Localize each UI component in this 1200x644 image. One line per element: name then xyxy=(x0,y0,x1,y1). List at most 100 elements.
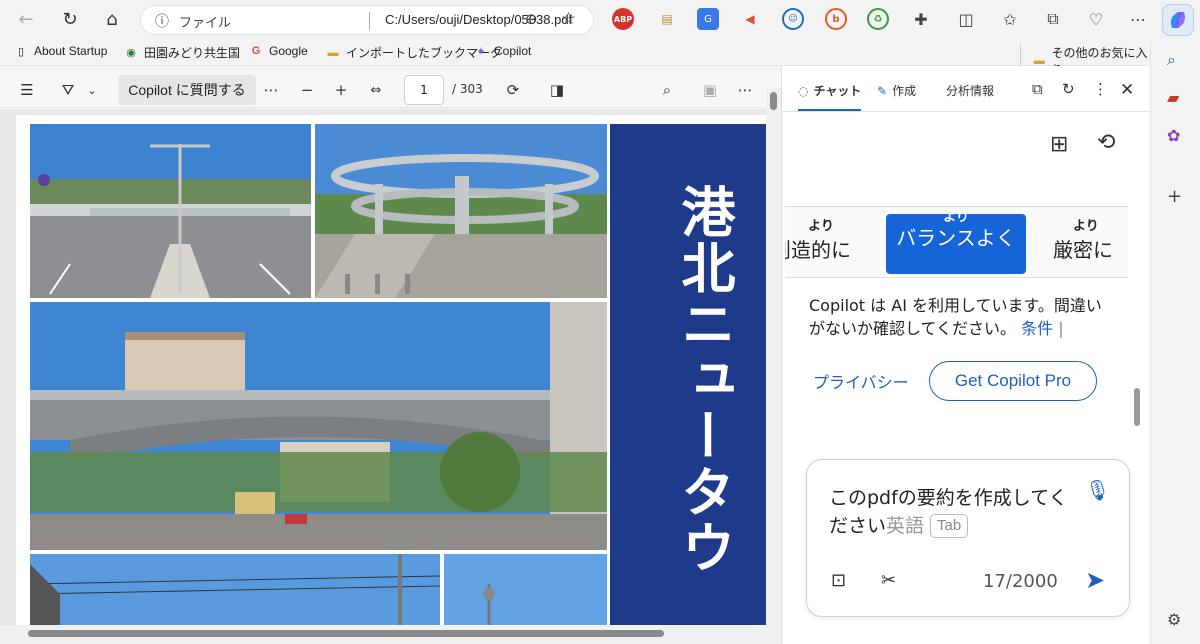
globe-icon: ◉ xyxy=(126,47,136,59)
split-screen-icon[interactable]: ◫ xyxy=(955,8,977,30)
photo-bridge xyxy=(30,302,607,550)
collections-icon[interactable]: ⧉ xyxy=(1042,8,1064,30)
ask-copilot-button[interactable]: Copilot に質問する xyxy=(118,75,256,105)
edge-sidebar: ⌕ ▰ ✿ + ⚙ xyxy=(1150,40,1200,644)
tab-compose[interactable]: ✎ 作成 xyxy=(877,82,916,99)
search-icon[interactable]: ⌕ xyxy=(1167,50,1176,70)
games-icon[interactable]: ✿ xyxy=(1167,126,1180,145)
bookmark-label: About Startup xyxy=(34,44,108,58)
tab-label: 作成 xyxy=(892,84,917,98)
address-bar[interactable]: ⓘ ファイル C:/Users/ouji/Desktop/05038.pdf ⊖… xyxy=(140,5,594,35)
back-arrow-icon[interactable]: ← xyxy=(10,4,42,34)
chat-composer[interactable]: このpdfの要約を作成してください英語 Tab 🎙 ⊡ ✂ 17/2000 ➤ xyxy=(806,459,1130,617)
pdf-title-text: 港北ニュータウ xyxy=(672,184,735,576)
tab-label: 分析情報 xyxy=(946,84,995,98)
chevron-down-icon[interactable]: ⌄ xyxy=(84,77,100,103)
bookmark-denen[interactable]: ◉ 田園みどり共生国 xyxy=(124,44,240,61)
tab-insights[interactable]: 分析情報 xyxy=(946,82,994,99)
more-icon[interactable]: ⋮ xyxy=(1093,80,1108,98)
tab-chat[interactable]: ◌ チャット xyxy=(798,82,862,111)
fit-width-icon[interactable]: ⇔ xyxy=(364,77,388,103)
bookmark-label: 田園みどり共生国 xyxy=(144,46,241,60)
info-icon[interactable]: ⓘ xyxy=(155,11,169,31)
tab-label: チャット xyxy=(813,84,862,98)
google-icon: G xyxy=(251,45,261,57)
pdf-vertical-scrollbar[interactable] xyxy=(766,88,781,625)
photo-street-wires xyxy=(30,554,440,625)
b-icon[interactable]: b xyxy=(825,8,847,30)
microphone-icon[interactable]: 🎙 xyxy=(1085,478,1110,502)
ai-disclaimer: Copilot は AI を利用しています。間違いがないか確認してください。 条… xyxy=(809,296,1102,338)
draw-icon[interactable]: ⛛ xyxy=(56,77,80,103)
search-icon[interactable]: ⌕ xyxy=(654,77,680,103)
snip-icon[interactable]: ✂ xyxy=(881,570,896,591)
more-tools-icon[interactable]: ⋯ xyxy=(258,77,284,103)
send-icon[interactable]: ➤ xyxy=(1085,566,1105,594)
bookmark-label: Google xyxy=(269,44,308,58)
favorite-star-icon[interactable]: ☆ xyxy=(561,9,576,29)
rotate-icon[interactable]: ⟳ xyxy=(500,77,526,103)
tone-creative[interactable]: より 創造的に xyxy=(785,215,871,263)
favorites-icon[interactable]: ✩ xyxy=(999,8,1021,30)
refresh-icon[interactable]: ↻ xyxy=(1062,80,1075,98)
panel-scrollbar-thumb[interactable] xyxy=(1134,388,1140,426)
zoom-out-icon[interactable]: − xyxy=(296,77,318,103)
translate-icon[interactable]: G xyxy=(697,8,719,30)
tab-key-hint: Tab xyxy=(930,514,969,538)
save-icon[interactable]: ▣ xyxy=(698,77,722,103)
chat-bubble-icon[interactable]: ☺ xyxy=(782,8,804,30)
title-band: 港北ニュータウ xyxy=(610,124,766,625)
pdf-horizontal-scrollbar[interactable] xyxy=(0,625,781,644)
address-divider xyxy=(369,12,370,30)
tools-icon[interactable]: ▰ xyxy=(1167,88,1179,107)
pdf-page: 港北ニュータウ xyxy=(16,115,766,625)
home-icon[interactable]: ⌂ xyxy=(96,4,128,34)
bookmark-about-startup[interactable]: ▯ About Startup xyxy=(14,44,107,58)
plugins-icon[interactable]: ⊞ xyxy=(1050,132,1068,157)
history-icon[interactable]: ⟲ xyxy=(1097,130,1115,155)
open-new-window-icon[interactable]: ⧉ xyxy=(1032,80,1043,98)
privacy-link[interactable]: プライバシー xyxy=(813,369,909,393)
close-icon[interactable]: ✕ xyxy=(1120,80,1134,100)
copilot-icon[interactable] xyxy=(1162,4,1194,36)
contents-list-icon[interactable]: ☰ xyxy=(14,77,40,103)
page-total: / 303 xyxy=(452,82,483,96)
megaphone-icon[interactable]: ◀ xyxy=(739,8,761,30)
heart-pulse-icon[interactable]: ♡ xyxy=(1085,8,1107,30)
bookmarks-bar: ▯ About Startup ◉ 田園みどり共生国 G Google ▬ イン… xyxy=(0,40,1148,78)
page-number-input[interactable]: 1 xyxy=(404,75,444,105)
puzzle-icon[interactable]: ✚ xyxy=(910,8,932,30)
photo-spiral-ramp xyxy=(315,124,607,298)
zoom-icon[interactable]: ⊖ xyxy=(525,10,538,28)
more-icon[interactable]: ⋯ xyxy=(1127,8,1149,30)
browser-toolbar: ← ↻ ⌂ ⓘ ファイル C:/Users/ouji/Desktop/05038… xyxy=(0,0,1200,40)
tone-large-label: 創造的に xyxy=(785,238,851,262)
composer-input[interactable]: このpdfの要約を作成してください英語 Tab xyxy=(829,484,1069,540)
folder-icon: ▬ xyxy=(327,46,339,59)
refresh-icon[interactable]: ↻ xyxy=(54,4,86,34)
copilot-small-icon: ✦ xyxy=(476,45,486,58)
pdf-viewer: 港北ニュータウ xyxy=(0,109,766,625)
recycle-icon[interactable]: ♻ xyxy=(867,8,889,30)
get-copilot-pro-button[interactable]: Get Copilot Pro xyxy=(929,361,1097,401)
scrollbar-thumb[interactable] xyxy=(770,92,777,110)
abp-icon[interactable]: ABP xyxy=(612,8,634,30)
add-icon[interactable]: + xyxy=(1167,186,1182,207)
page-view-icon[interactable]: ◨ xyxy=(544,77,570,103)
bookmark-copilot[interactable]: ✦ Copilot xyxy=(474,44,531,58)
conversation-style-selector: より 創造的に より バランスよく より 厳密に xyxy=(785,206,1128,278)
address-url[interactable]: C:/Users/ouji/Desktop/05038.pdf xyxy=(385,12,572,27)
bookmark-google[interactable]: G Google xyxy=(249,44,308,58)
zoom-in-icon[interactable]: + xyxy=(330,77,352,103)
settings-gear-icon[interactable]: ⚙ xyxy=(1167,610,1181,629)
more-options-icon[interactable]: ⋯ xyxy=(732,77,758,103)
compose-icon: ✎ xyxy=(877,83,888,98)
pdf-toolbar: ☰ ⛛ ⌄ Copilot に質問する ⋯ − + ⇔ 1 / 303 ⟳ ◨ … xyxy=(0,72,781,108)
tone-precise[interactable]: より 厳密に xyxy=(1053,215,1128,263)
scrollbar-thumb[interactable] xyxy=(28,630,664,637)
screenshot-icon[interactable]: ⊡ xyxy=(831,570,846,591)
tone-balanced[interactable]: より バランスよく xyxy=(886,210,1026,274)
chat-icon: ◌ xyxy=(798,83,809,98)
clipboard-icon[interactable]: ▤ xyxy=(656,8,678,30)
terms-link[interactable]: 条件 xyxy=(1021,319,1053,338)
